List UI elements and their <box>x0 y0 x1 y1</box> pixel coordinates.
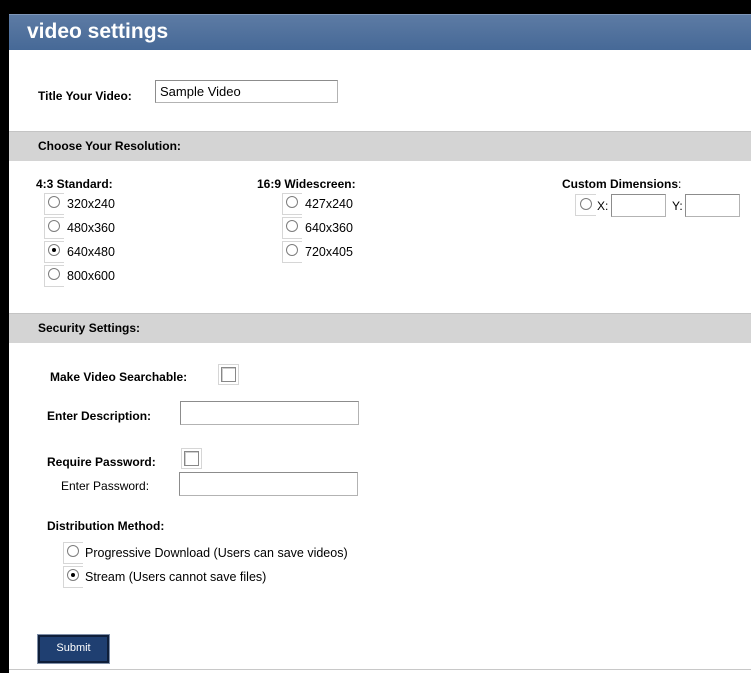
submit-button[interactable]: Submit <box>37 634 110 664</box>
searchable-checkbox-cell <box>218 364 239 385</box>
searchable-checkbox[interactable] <box>221 367 236 382</box>
radio-cell <box>44 265 64 287</box>
radio-button[interactable] <box>48 196 60 208</box>
option-label: 640x360 <box>305 221 353 235</box>
require-password-label: Require Password: <box>47 455 156 469</box>
radio-button[interactable] <box>286 220 298 232</box>
custom-y-input[interactable] <box>685 194 740 217</box>
option-label: Progressive Download (Users can save vid… <box>85 546 348 560</box>
require-password-checkbox[interactable] <box>184 451 199 466</box>
radio-cell <box>44 217 64 239</box>
password-input[interactable] <box>179 472 358 496</box>
custom-dimensions-heading-text: Custom Dimensions <box>562 177 679 191</box>
radio-button[interactable] <box>286 196 298 208</box>
security-section-header: Security Settings: <box>9 313 751 343</box>
security-section-label: Security Settings: <box>38 321 141 335</box>
page-title: video settings <box>27 20 169 43</box>
radio-cell <box>282 193 302 215</box>
bottom-divider <box>9 669 751 670</box>
resolution-section-header: Choose Your Resolution: <box>9 131 751 161</box>
window-frame-left <box>0 0 9 673</box>
option-label: 320x240 <box>67 197 115 211</box>
option-label: 480x360 <box>67 221 115 235</box>
title-field-label: Title Your Video: <box>38 89 132 103</box>
radio-button[interactable] <box>67 545 79 557</box>
resolution-section-label: Choose Your Resolution: <box>38 139 181 153</box>
radio-button[interactable] <box>48 268 60 280</box>
description-label: Enter Description: <box>47 409 152 423</box>
radio-cell <box>44 241 64 263</box>
option-label: 720x405 <box>305 245 353 259</box>
radio-cell <box>575 194 596 216</box>
header-bar: video settings <box>9 14 751 50</box>
radio-cell <box>63 566 83 588</box>
custom-x-input[interactable] <box>611 194 666 217</box>
radio-cell <box>282 217 302 239</box>
custom-dimensions-heading-colon: : <box>678 177 682 191</box>
searchable-label: Make Video Searchable: <box>50 370 188 384</box>
distribution-label: Distribution Method: <box>47 519 165 533</box>
radio-button[interactable] <box>48 220 60 232</box>
option-label: Stream (Users cannot save files) <box>85 570 267 584</box>
standard-heading: 4:3 Standard: <box>36 177 113 191</box>
video-title-input[interactable] <box>155 80 338 103</box>
require-password-checkbox-cell <box>181 448 202 469</box>
password-label: Enter Password: <box>61 479 150 493</box>
radio-cell <box>63 542 83 564</box>
custom-y-label: Y: <box>672 199 683 213</box>
option-label: 800x600 <box>67 269 115 283</box>
option-label: 640x480 <box>67 245 115 259</box>
custom-dimensions-option[interactable]: X: Y: <box>575 194 745 217</box>
widescreen-heading: 16:9 Widescreen: <box>257 177 356 191</box>
radio-button[interactable] <box>286 244 298 256</box>
radio-button[interactable] <box>580 198 592 210</box>
window-frame-top <box>0 0 751 14</box>
radio-cell <box>282 241 302 263</box>
option-label: 427x240 <box>305 197 353 211</box>
custom-dimensions-heading: Custom Dimensions: <box>562 177 681 191</box>
radio-button-selected[interactable] <box>67 569 79 581</box>
custom-x-label: X: <box>597 199 609 213</box>
radio-button-selected[interactable] <box>48 244 60 256</box>
description-input[interactable] <box>180 401 359 425</box>
radio-cell <box>44 193 64 215</box>
